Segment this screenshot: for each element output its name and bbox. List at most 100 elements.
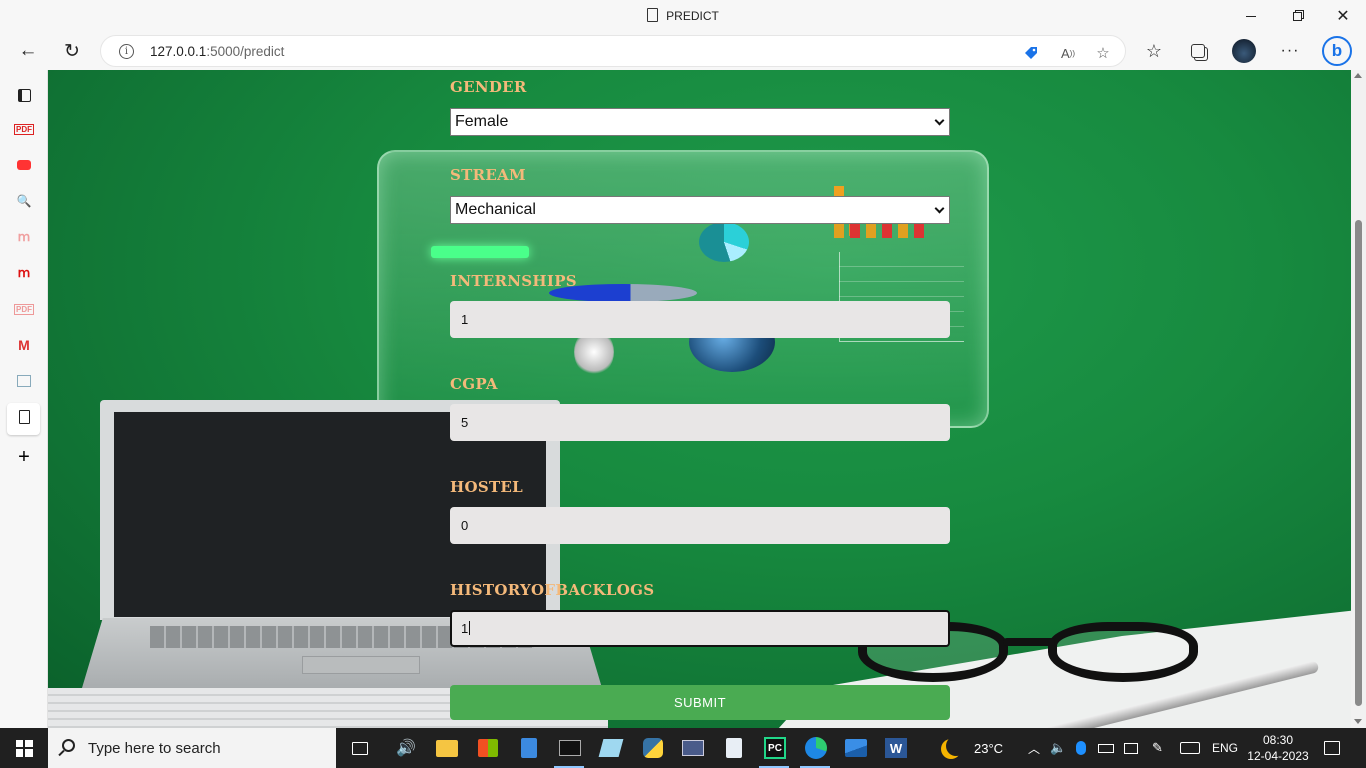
internships-value: 1	[461, 312, 469, 327]
pycharm-icon[interactable]: PC	[761, 734, 789, 762]
stream-select[interactable]: Mechanical	[450, 196, 950, 224]
pen-menu-icon[interactable]: ✎	[1152, 728, 1163, 768]
tab-actions-icon[interactable]	[12, 83, 36, 107]
task-view-icon[interactable]	[346, 734, 374, 762]
cgpa-input[interactable]: 5	[450, 404, 950, 441]
url-text[interactable]: 127.0.0.1:5000/predict	[150, 44, 284, 59]
chevron-down-icon	[934, 115, 945, 126]
show-hidden-icons-button[interactable]: ︿	[1028, 728, 1040, 768]
language-indicator[interactable]: ENG	[1212, 728, 1238, 768]
start-button[interactable]	[0, 728, 48, 768]
browser-toolbar: ← ↻ i 127.0.0.1:5000/predict A)) ☆ ☆ ···…	[0, 32, 1366, 70]
page-scrollbar[interactable]	[1351, 70, 1366, 728]
youtube-icon[interactable]	[12, 153, 36, 177]
title-bar: PREDICT ✕	[0, 0, 1366, 32]
mm-app-icon-1[interactable]: ⅿ	[12, 225, 36, 249]
address-bar[interactable]: i 127.0.0.1:5000/predict A)) ☆	[100, 35, 1126, 67]
more-icon: ···	[1280, 42, 1300, 59]
window-title-text: PREDICT	[666, 9, 719, 23]
browser-sidebar: PDF 🔍 ⅿ ⅿ PDF M +	[0, 70, 48, 728]
edge-icon[interactable]	[802, 734, 830, 762]
clock-date: 12-04-2023	[1247, 749, 1309, 763]
volume-icon[interactable]: 🔈	[1050, 728, 1066, 768]
clock[interactable]: 08:30 12-04-2023	[1246, 732, 1310, 764]
weather-widget[interactable]: 23°C	[940, 728, 1003, 768]
battery-icon[interactable]	[1098, 728, 1114, 768]
minimize-button[interactable]	[1228, 0, 1274, 32]
bluetooth-icon[interactable]	[1076, 728, 1086, 768]
clock-time: 08:30	[1262, 733, 1294, 747]
speaker-app-icon[interactable]: 🔊	[392, 734, 420, 762]
python-icon[interactable]	[639, 734, 667, 762]
image-tab-icon[interactable]	[12, 369, 36, 393]
file-explorer-icon[interactable]	[433, 734, 461, 762]
photos-icon[interactable]	[842, 734, 870, 762]
database-app-icon[interactable]	[679, 734, 707, 762]
pdf-file-icon[interactable]: PDF	[12, 297, 36, 321]
add-tab-icon[interactable]: +	[12, 445, 36, 469]
pdf-tab-icon[interactable]: PDF	[12, 117, 36, 141]
refresh-icon: ↻	[64, 40, 80, 62]
bing-chat-button[interactable]: b	[1320, 34, 1354, 68]
text-caret	[469, 621, 471, 635]
internships-input[interactable]: 1	[450, 301, 950, 338]
cgpa-label: CGPA	[450, 375, 498, 393]
gender-select-value: Female	[455, 113, 509, 130]
add-favorite-icon[interactable]: ☆	[1093, 43, 1113, 63]
network-icon[interactable]	[1124, 728, 1138, 768]
url-host: 127.0.0.1	[150, 44, 207, 59]
close-button[interactable]: ✕	[1320, 0, 1366, 32]
weather-temp: 23°C	[974, 740, 1004, 756]
submit-button[interactable]: SUBMIT	[450, 685, 950, 720]
favorites-button[interactable]: ☆	[1137, 34, 1171, 68]
gender-select[interactable]: Female	[450, 108, 950, 136]
back-button[interactable]: ←	[11, 34, 45, 68]
scroll-up-icon[interactable]	[1354, 73, 1362, 78]
close-icon: ✕	[1336, 8, 1350, 25]
backlogs-input[interactable]: 1	[450, 610, 950, 647]
search-placeholder: Type here to search	[88, 740, 221, 757]
windows-taskbar: Type here to search 🔊 PC W 23°C ︿ 🔈 ✎ EN…	[0, 728, 1366, 768]
favorites-icon: ☆	[1145, 40, 1163, 61]
windows-logo-icon	[15, 739, 33, 757]
terminal-icon[interactable]	[556, 734, 584, 762]
python-file-icon[interactable]	[720, 734, 748, 762]
gender-label: GENDER	[450, 78, 527, 96]
scroll-down-icon[interactable]	[1354, 719, 1362, 724]
document-icon	[647, 8, 659, 22]
page-tab-icon[interactable]	[12, 405, 36, 429]
search-tab-icon[interactable]: 🔍	[12, 189, 36, 213]
shopping-tag-icon[interactable]	[1021, 43, 1041, 63]
keyboard-icon[interactable]	[1180, 728, 1200, 768]
calculator-icon[interactable]	[515, 734, 543, 762]
notification-icon	[1324, 741, 1340, 755]
settings-menu-button[interactable]: ···	[1273, 34, 1307, 68]
url-path: :5000/predict	[206, 44, 285, 59]
collections-button[interactable]	[1181, 34, 1215, 68]
hostel-input[interactable]: 0	[450, 507, 950, 544]
backlogs-value: 1	[461, 621, 469, 636]
back-arrow-icon: ←	[18, 40, 38, 61]
cgpa-value: 5	[461, 415, 469, 430]
microsoft-store-icon[interactable]	[474, 734, 502, 762]
refresh-button[interactable]: ↻	[55, 34, 89, 68]
gmail-icon[interactable]: M	[12, 333, 36, 357]
backlogs-label: HISTORYOFBACKLOGS	[450, 581, 655, 599]
page-content: GENDER Female STREAM Mechanical INTERNSH…	[48, 70, 1351, 728]
window-title: PREDICT	[0, 8, 1366, 23]
notes-app-icon[interactable]	[597, 734, 625, 762]
scrollbar-thumb[interactable]	[1355, 220, 1362, 706]
site-info-icon[interactable]: i	[119, 44, 134, 59]
internships-label: INTERNSHIPS	[450, 272, 577, 290]
taskbar-search[interactable]: Type here to search	[48, 728, 336, 768]
restore-button[interactable]	[1274, 0, 1320, 32]
avatar	[1232, 39, 1256, 63]
notifications-button[interactable]	[1324, 728, 1340, 768]
mm-app-icon-2[interactable]: ⅿ	[12, 261, 36, 285]
profile-button[interactable]	[1227, 34, 1261, 68]
word-icon[interactable]: W	[882, 734, 910, 762]
search-icon	[62, 739, 75, 752]
stream-label: STREAM	[450, 166, 526, 184]
chevron-down-icon	[934, 203, 945, 214]
read-aloud-icon[interactable]: A))	[1058, 43, 1078, 63]
